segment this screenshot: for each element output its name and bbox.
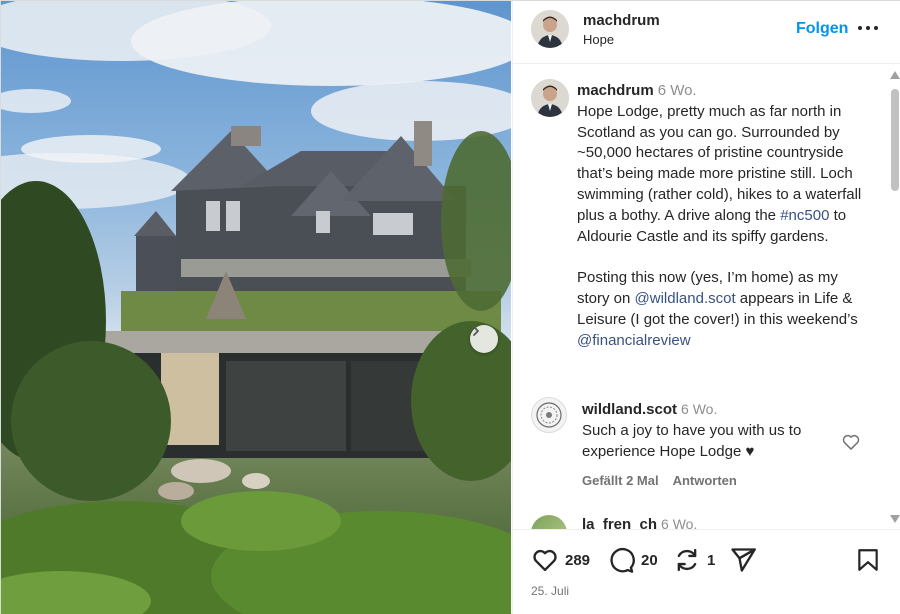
like-button[interactable]: 289 xyxy=(531,546,590,574)
avatar[interactable] xyxy=(531,79,569,117)
caption-paragraph-2: Posting this now (yes, I’m home) as my s… xyxy=(577,268,867,351)
post-author-username[interactable]: machdrum xyxy=(583,12,660,29)
comment-count[interactable]: 20 xyxy=(641,552,658,569)
post-side-panel: machdrum Hope Folgen machdrum 6 Wo. Hope … xyxy=(512,1,900,614)
caption-paragraph-1: Hope Lodge, pretty much as far north in … xyxy=(577,102,867,248)
post-actions-bar: 289 20 1 25. Juli xyxy=(513,529,900,614)
avatar[interactable] xyxy=(531,10,569,48)
save-button[interactable] xyxy=(855,546,881,574)
post-date[interactable]: 25. Juli xyxy=(531,584,569,598)
heart-icon[interactable] xyxy=(841,432,861,452)
profile-photo-icon xyxy=(531,79,569,117)
caption-text: Hope Lodge, pretty much as far north in … xyxy=(577,102,866,224)
caption-username[interactable]: machdrum xyxy=(577,82,654,99)
comment-likes[interactable]: Gefällt 2 Mal xyxy=(582,473,659,488)
bookmark-icon xyxy=(858,549,878,571)
comment-button[interactable]: 20 xyxy=(607,546,658,574)
instagram-post-window: machdrum Hope Folgen machdrum 6 Wo. Hope … xyxy=(0,0,900,614)
post-header: machdrum Hope Folgen xyxy=(513,1,900,64)
comment-time: 6 Wo. xyxy=(681,401,718,417)
comment: la_fren_ch 6 Wo. xyxy=(582,516,697,529)
more-dots-icon[interactable] xyxy=(857,23,879,33)
follow-button[interactable]: Folgen xyxy=(796,20,848,38)
comments-list[interactable]: machdrum 6 Wo. Hope Lodge, pretty much as… xyxy=(513,65,887,529)
next-image-button[interactable] xyxy=(470,325,498,353)
comment-meta: Gefällt 2 Mal Antworten xyxy=(582,473,751,488)
scroll-up-arrow-icon[interactable] xyxy=(890,71,900,79)
post-caption: machdrum 6 Wo. Hope Lodge, pretty much as… xyxy=(577,81,867,351)
send-icon xyxy=(731,548,756,572)
hashtag-link[interactable]: #nc500 xyxy=(780,207,829,224)
wildland-logo-icon xyxy=(536,402,562,428)
scroll-down-arrow-icon[interactable] xyxy=(890,515,900,523)
repost-count[interactable]: 1 xyxy=(707,552,715,569)
lodge-photo-illustration xyxy=(1,1,511,614)
comment-username[interactable]: la_fren_ch xyxy=(582,516,657,529)
avatar[interactable] xyxy=(531,515,567,529)
comment-time: 6 Wo. xyxy=(661,516,698,529)
mention-link[interactable]: @financialreview xyxy=(577,332,691,349)
repost-icon xyxy=(677,548,697,572)
profile-photo-icon xyxy=(531,10,569,48)
scrollbar[interactable] xyxy=(888,69,900,527)
share-button[interactable] xyxy=(729,546,757,574)
post-photo[interactable] xyxy=(1,1,511,614)
repost-button[interactable]: 1 xyxy=(673,546,715,574)
like-count[interactable]: 289 xyxy=(565,552,590,569)
comment-bubble-icon xyxy=(610,547,635,573)
scrollbar-thumb[interactable] xyxy=(891,89,899,191)
reply-button[interactable]: Antworten xyxy=(673,473,737,488)
avatar[interactable] xyxy=(531,397,567,433)
comment-username[interactable]: wildland.scot xyxy=(582,401,677,418)
heart-icon xyxy=(533,549,557,572)
caption-time: 6 Wo. xyxy=(657,82,697,99)
comment: wildland.scot 6 Wo. Such a joy to have yo… xyxy=(582,399,832,462)
chevron-right-icon xyxy=(473,326,479,336)
post-location[interactable]: Hope xyxy=(583,32,614,47)
mention-link[interactable]: @wildland.scot xyxy=(635,290,736,307)
comment-text: Such a joy to have you with us to experi… xyxy=(582,422,802,460)
